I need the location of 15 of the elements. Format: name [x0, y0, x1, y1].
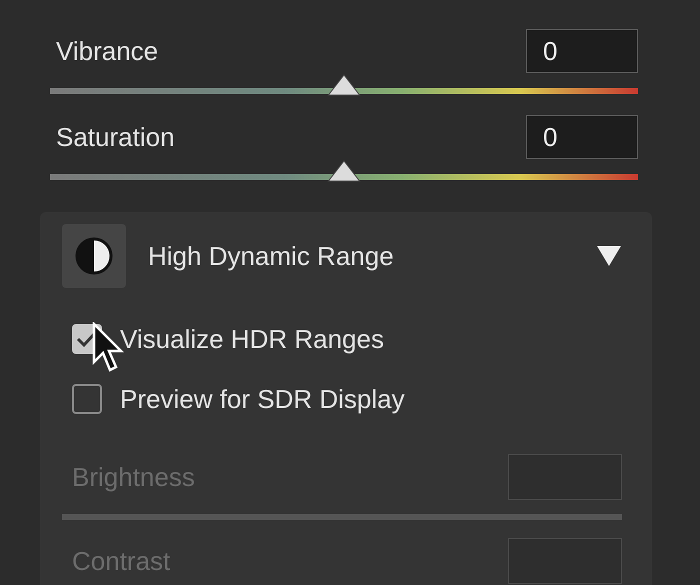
checkbox[interactable]: [72, 384, 102, 414]
slider-label: Vibrance: [55, 36, 158, 66]
checkbox-label: Visualize HDR Ranges: [120, 324, 384, 354]
checkbox-label: Preview for SDR Display: [120, 384, 405, 414]
hdr-icon-button[interactable]: [62, 224, 126, 288]
slider-thumb[interactable]: [326, 74, 362, 96]
slider-label: Brightness: [71, 462, 195, 492]
half-circle-icon: [74, 236, 114, 276]
value-field[interactable]: 0: [526, 115, 638, 159]
slider-thumb[interactable]: [326, 160, 362, 182]
section-title: High Dynamic Range: [148, 240, 395, 272]
disclosure-icon[interactable]: [596, 245, 622, 267]
slider-label: Saturation: [55, 122, 175, 152]
slider-label: Contrast: [71, 546, 170, 576]
value-field[interactable]: 0: [526, 29, 638, 73]
